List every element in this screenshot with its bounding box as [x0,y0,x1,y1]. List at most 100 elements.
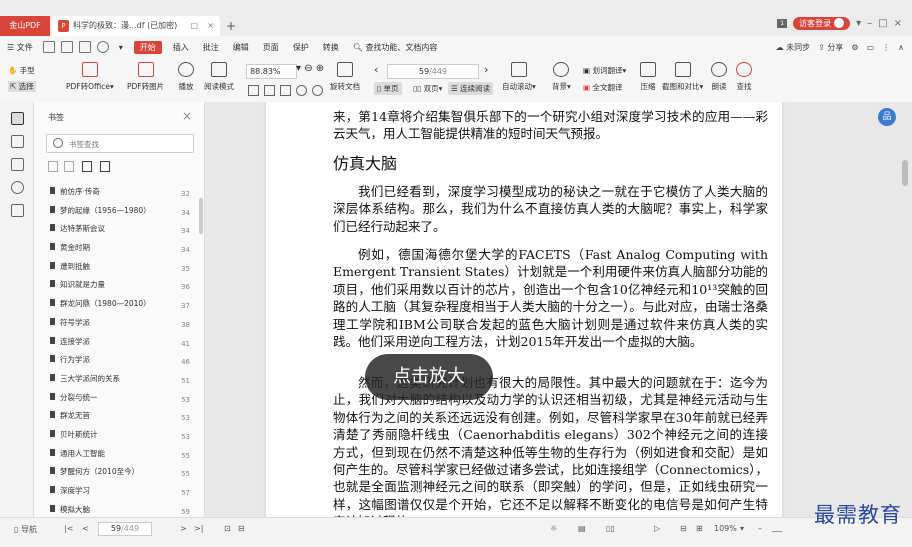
minimize-button[interactable]: – [867,18,872,29]
bookmark-item[interactable]: 梦的起缘（1956—1980） 34 [48,203,198,222]
bookmark-item[interactable]: 符号学派 38 [48,315,198,334]
undo-icon[interactable] [96,41,109,53]
actual-size-icon[interactable] [280,85,291,96]
menu-insert[interactable]: 插入 [166,42,196,53]
more-icon[interactable]: ⋮ [882,43,890,52]
menu-protect[interactable]: 保护 [286,42,316,53]
visitor-login-button[interactable]: 访客登录 [793,16,851,30]
eye-care-icon[interactable]: ☼ [550,524,557,533]
page-view-icon[interactable]: ⊡ [224,524,231,533]
prev-page-icon[interactable]: ‹ [374,63,378,76]
click-to-zoom-overlay[interactable]: 点击放大 [365,354,493,400]
screenshot-compare-button[interactable]: 截图和对比▾ [662,62,703,92]
fit-width-icon[interactable] [264,85,275,96]
bookmark-item[interactable]: 通用人工智能 55 [48,446,198,465]
bookmark-item[interactable]: 遭到抵触 35 [48,259,198,278]
fit-page-icon[interactable] [248,85,259,96]
attachment-icon[interactable] [11,181,24,194]
close-window-button[interactable]: × [894,18,902,29]
zoom-out-button[interactable]: – [758,524,762,533]
collapse-all-icon[interactable] [64,161,74,172]
hand-tool-button[interactable]: ✋ 手型 [8,65,35,76]
share-button[interactable]: ⇪ 分享 [818,42,843,53]
bookmark-panel-icon[interactable] [11,112,24,125]
collapse-ribbon-icon[interactable]: ∧ [898,43,904,52]
bookmark-item[interactable]: 知识就是力量 36 [48,277,198,296]
auto-scroll-button[interactable]: 自动滚动▾ [502,62,536,92]
menu-start[interactable]: 开始 [133,40,162,54]
document-tab[interactable]: P 科学的极致：漫...df (已加密) ▢ × [52,16,220,36]
first-page-icon[interactable]: |< [64,524,73,533]
sync-button[interactable]: ☁ 未同步 [776,42,811,53]
bookmark-item[interactable]: 群龙无首 53 [48,408,198,427]
bookmark-item[interactable]: 三大学派间的关系 51 [48,371,198,390]
zoom-slider[interactable] [772,531,782,532]
assistant-icon[interactable]: 品 [878,108,896,126]
navigation-toggle[interactable]: ▯ 导航 [14,524,37,535]
settings-icon[interactable]: ⚙ [851,43,858,52]
zoom-dropdown-icon[interactable]: ▾ [296,63,301,74]
read-mode-button[interactable]: 阅读模式 [204,62,234,92]
menu-search[interactable]: 🔍︎ 查找功能、文档内容 [346,42,445,53]
double-view-icon[interactable]: ▯▯ [606,524,615,533]
badge-icon[interactable]: 1 [777,18,788,28]
status-page-input[interactable]: 59/449 [98,522,152,536]
menu-edit[interactable]: 编辑 [226,42,256,53]
menu-convert[interactable]: 转换 [316,42,346,53]
close-tab-icon[interactable]: × [207,16,214,36]
bookmark-item[interactable]: 分裂与统一 53 [48,390,198,409]
rotate-document-button[interactable]: 旋转文档 [330,62,360,92]
select-tool-button[interactable]: ⇱ 选择 [8,81,36,92]
prev-page-icon[interactable]: < [82,524,89,533]
expand-all-icon[interactable] [48,161,58,172]
fit-width-icon[interactable]: ⊞ [696,524,703,533]
export-icon[interactable]: ⊟ [238,524,245,533]
menu-file[interactable]: ☰ 文件 [0,42,40,53]
read-aloud-button[interactable]: 朗读 [711,62,727,92]
zoom-level[interactable]: 109% [714,524,737,533]
pin-tab-icon[interactable]: ▢ [190,16,198,36]
bookmark-item[interactable]: 贝叶斯统计 53 [48,427,198,446]
zoom-dropdown-icon[interactable]: ▾ [740,524,744,533]
close-icon[interactable]: × [182,109,192,123]
pdf-to-office-button[interactable]: PDF转Office▾ [66,62,114,92]
comment-panel-icon[interactable] [11,158,24,171]
single-view-icon[interactable]: ▤ [578,524,586,533]
panel-scrollbar[interactable] [199,198,203,234]
rotate-left-icon[interactable] [296,85,307,96]
maximize-button[interactable]: □ [878,18,887,29]
bookmark-item[interactable]: 达特茅斯会议 34 [48,221,198,240]
menu-page[interactable]: 页面 [256,42,286,53]
chevron-down-icon[interactable]: ▾ [856,18,861,29]
new-tab-button[interactable]: + [222,16,240,36]
pdf-to-image-button[interactable]: PDF转图片 [127,62,164,92]
signature-icon[interactable] [11,204,24,217]
bookmark-item[interactable]: 连接学派 41 [48,334,198,353]
next-page-icon[interactable]: > [180,524,187,533]
save-icon[interactable] [60,41,73,53]
delete-bookmark-icon[interactable] [100,161,110,172]
zoom-input[interactable]: 88.83% [246,64,297,79]
play-button[interactable]: 播放 [178,62,194,92]
bookmark-item[interactable]: 深度学习 57 [48,483,198,502]
find-button[interactable]: 查找 [736,62,752,92]
translate-all-button[interactable]: ▣ 全文翻译 [583,82,622,93]
double-page-button[interactable]: ▯▯ 双页▾ [410,82,445,95]
page-number-input[interactable]: 59/449 [387,64,479,79]
add-bookmark-icon[interactable] [82,161,92,172]
print-icon[interactable] [78,41,91,53]
menu-annotate[interactable]: 批注 [196,42,226,53]
last-page-icon[interactable]: >| [194,524,203,533]
bookmark-item[interactable]: 梦醒何方（2010至今） 55 [48,464,198,483]
bookmark-item[interactable]: 行为学派 46 [48,352,198,371]
app-tab[interactable]: 金山PDF [0,16,50,36]
bookmark-item[interactable]: 前仿序·传奇 32 [48,184,198,203]
single-page-button[interactable]: ▯ 单页 [374,82,402,95]
next-page-icon[interactable]: › [484,63,488,76]
open-folder-icon[interactable] [42,41,55,53]
play-icon[interactable]: ▷ [654,524,660,533]
translate-word-button[interactable]: ▣ 划词翻译▾ [583,65,626,76]
background-button[interactable]: 背景▾ [552,62,571,92]
fit-page-icon[interactable]: ⊟ [680,524,687,533]
continuous-read-button[interactable]: ☰ 连续阅读 [448,82,494,95]
